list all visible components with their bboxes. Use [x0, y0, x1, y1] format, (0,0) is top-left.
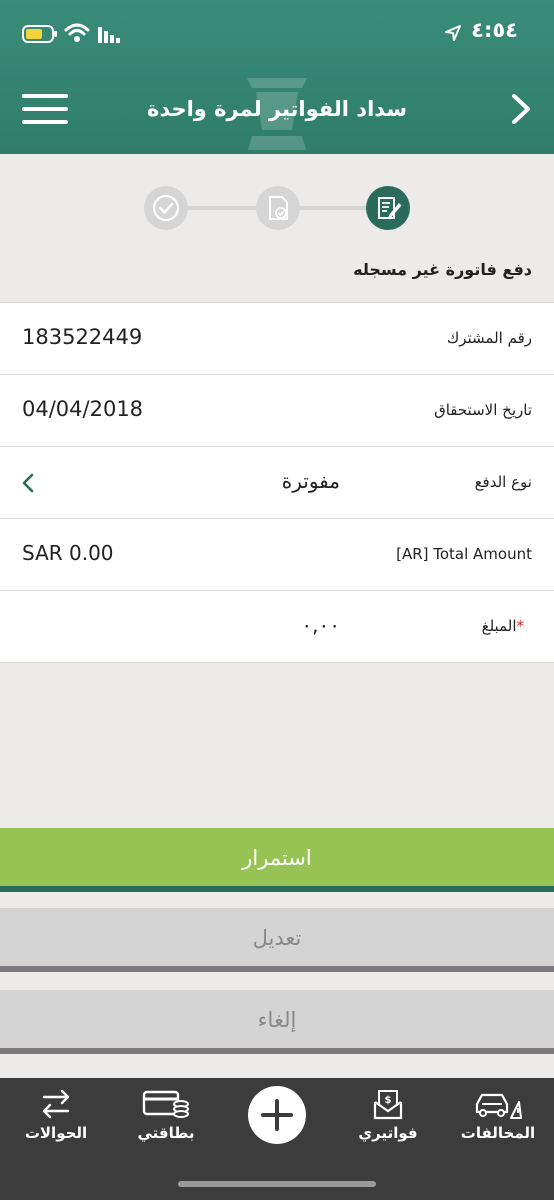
- document-check-icon: [269, 196, 288, 220]
- required-mark: *: [516, 617, 525, 635]
- continue-button[interactable]: استمرار: [0, 828, 554, 892]
- add-button[interactable]: [248, 1086, 306, 1144]
- step-connector: [298, 206, 368, 210]
- subscriber-number-value: 183522449: [22, 325, 143, 349]
- tab-cards-label: بطاقتي: [137, 1124, 195, 1142]
- plus-icon: [261, 1099, 293, 1131]
- due-date-row: تاريخ الاستحقاق 04/04/2018: [0, 375, 554, 447]
- tab-cards[interactable]: بطاقتي: [116, 1086, 216, 1162]
- amount-row[interactable]: المبلغ* ٠,٠٠: [0, 591, 554, 663]
- location-arrow-icon: [445, 25, 461, 41]
- progress-stepper: دفع فاتورة غير مسجله: [0, 154, 554, 302]
- app-header: ٤:٥٤ سداد الفواتير لمرة واحدة: [0, 0, 554, 154]
- check-circle-icon: [152, 194, 180, 222]
- cancel-button[interactable]: إلغاء: [0, 990, 554, 1054]
- tab-transfers-label: الحوالات: [24, 1124, 88, 1142]
- status-time: ٤:٥٤: [471, 18, 518, 42]
- wifi-icon: [64, 23, 90, 42]
- payment-type-value[interactable]: مفوترة: [240, 469, 340, 493]
- total-amount-value: SAR 0.00: [22, 541, 114, 565]
- amount-input[interactable]: ٠,٠٠: [240, 613, 340, 637]
- tab-transfers[interactable]: الحوالات: [6, 1086, 106, 1162]
- total-amount-row: [AR] Total Amount SAR 0.00: [0, 519, 554, 591]
- tab-bills[interactable]: $ فواتيري: [338, 1086, 438, 1162]
- home-indicator: [178, 1181, 376, 1187]
- tab-violations[interactable]: المخالفات: [448, 1086, 548, 1162]
- page-title: سداد الفواتير لمرة واحدة: [146, 97, 408, 121]
- step-details: [366, 186, 410, 230]
- subscriber-number-label: رقم المشترك: [446, 329, 532, 347]
- edit-button[interactable]: تعديل: [0, 908, 554, 972]
- subscriber-number-row: رقم المشترك 183522449: [0, 303, 554, 375]
- tab-bills-label: فواتيري: [358, 1124, 418, 1142]
- svg-text:$: $: [385, 1095, 392, 1106]
- amount-label: المبلغ*: [482, 617, 532, 635]
- chevron-left-icon[interactable]: [20, 471, 36, 495]
- car-warning-icon: [475, 1093, 522, 1119]
- bill-form: رقم المشترك 183522449 تاريخ الاستحقاق 04…: [0, 302, 554, 663]
- edit-document-icon: [378, 197, 402, 219]
- total-amount-label: [AR] Total Amount: [396, 545, 532, 563]
- payment-type-label: نوع الدفع: [474, 473, 532, 491]
- due-date-value: 04/04/2018: [22, 397, 144, 421]
- tab-violations-label: المخالفات: [460, 1124, 536, 1142]
- step-confirm: [144, 186, 188, 230]
- payment-type-row[interactable]: نوع الدفع مفوترة: [0, 447, 554, 519]
- card-coins-icon: [142, 1090, 189, 1118]
- due-date-label: تاريخ الاستحقاق: [434, 401, 532, 419]
- step-connector: [186, 206, 256, 210]
- step-caption: دفع فاتورة غير مسجله: [353, 260, 532, 279]
- status-bar: ٤:٥٤: [0, 0, 554, 64]
- cellular-signal-icon: [98, 27, 120, 43]
- step-review: [256, 186, 300, 230]
- bill-envelope-icon: $: [373, 1090, 403, 1120]
- battery-icon: [22, 25, 57, 43]
- back-chevron-icon[interactable]: [510, 93, 534, 125]
- menu-icon[interactable]: [22, 90, 68, 128]
- amount-label-text: المبلغ: [481, 617, 517, 635]
- transfer-icon: [42, 1089, 70, 1119]
